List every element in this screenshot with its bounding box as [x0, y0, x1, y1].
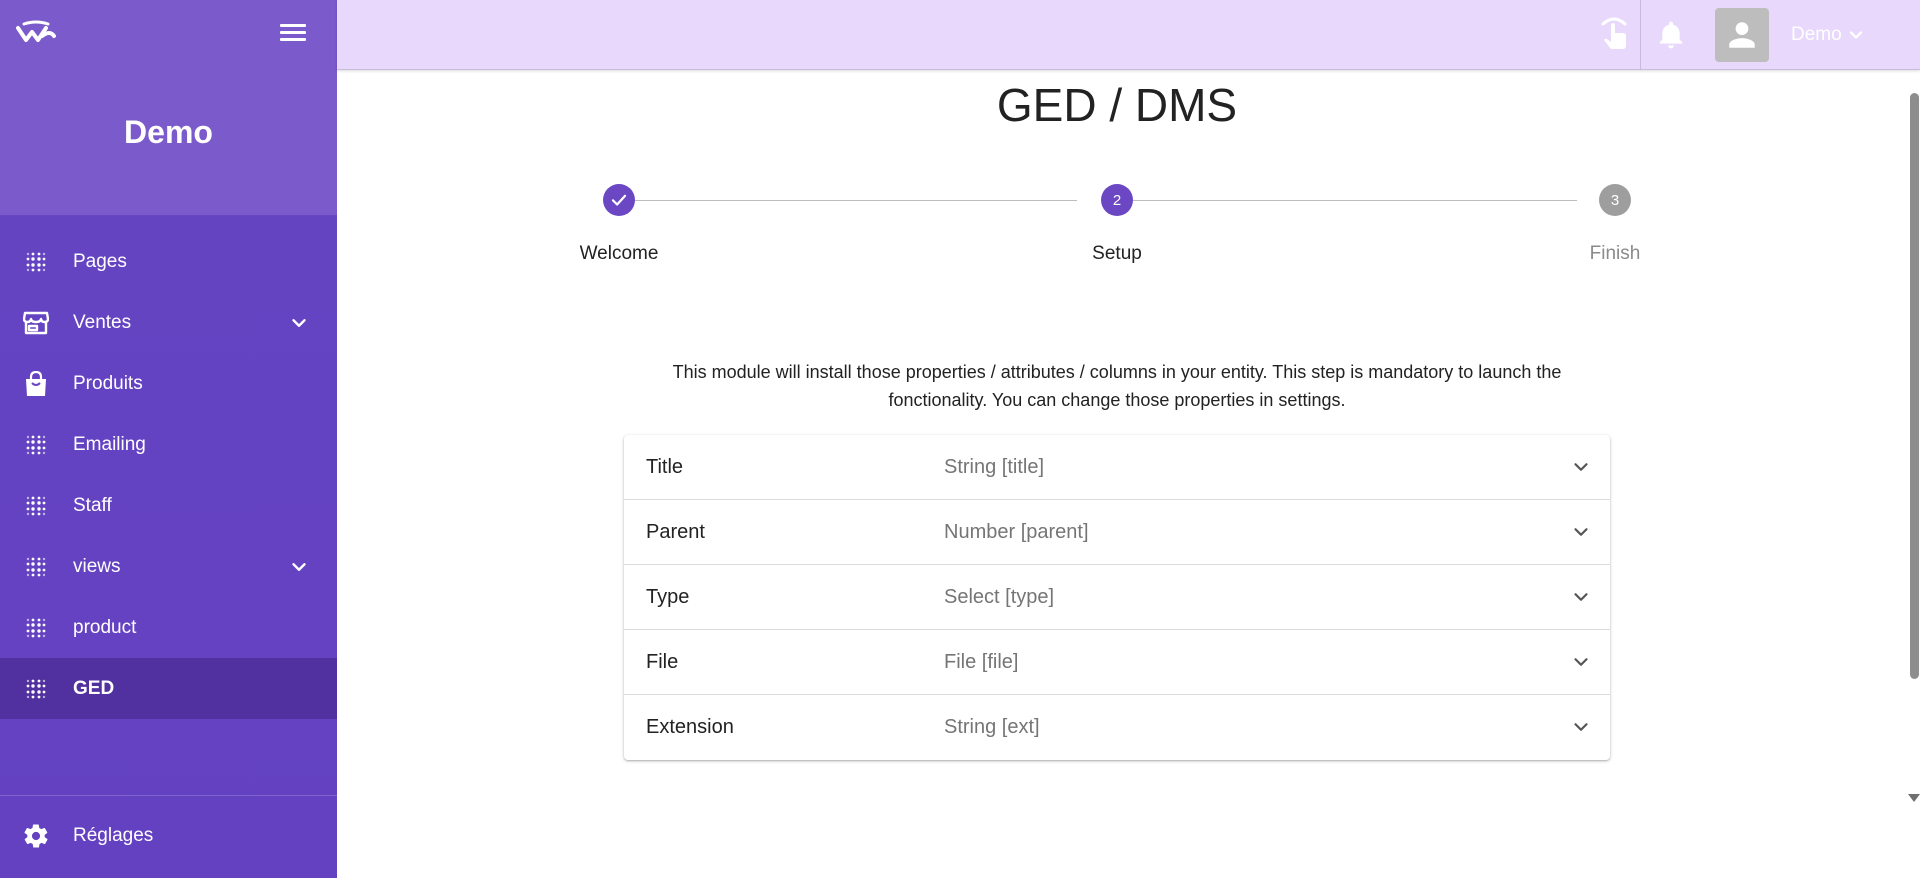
properties-list: Title String [title] Parent Number [pare…: [624, 435, 1610, 760]
step-2-indicator: 2: [1101, 184, 1133, 216]
user-menu[interactable]: Demo: [1791, 24, 1866, 46]
vertical-scrollbar[interactable]: [1907, 81, 1920, 861]
dots-grid-icon: [22, 248, 50, 276]
gear-icon: [22, 822, 50, 850]
touch-gesture-icon[interactable]: [1597, 14, 1631, 54]
property-row-extension[interactable]: Extension String [ext]: [624, 695, 1610, 760]
shopping-bag-icon: [22, 370, 50, 398]
user-name: Demo: [1791, 24, 1842, 45]
property-name: Parent: [646, 521, 705, 543]
avatar[interactable]: [1715, 8, 1769, 62]
chevron-down-icon[interactable]: [288, 556, 310, 578]
sidebar-item-label: Staff: [73, 494, 112, 516]
sidebar-item-settings[interactable]: Réglages: [0, 806, 337, 866]
property-name: File: [646, 651, 679, 673]
sidebar-item-label: Emailing: [73, 433, 146, 455]
bell-icon[interactable]: [1655, 18, 1687, 52]
settings-label: Réglages: [73, 825, 154, 846]
chevron-down-icon[interactable]: [1570, 716, 1592, 738]
property-type: Number [parent]: [944, 521, 1089, 543]
chevron-down-icon[interactable]: [1570, 586, 1592, 608]
sidebar-item-views[interactable]: views: [0, 536, 337, 597]
chevron-down-icon[interactable]: [1570, 651, 1592, 673]
sidebar-item-label: product: [73, 616, 137, 638]
step-label-welcome: Welcome: [579, 243, 659, 264]
step-label-setup: Setup: [1092, 243, 1142, 264]
sidebar-item-ged[interactable]: GED: [0, 658, 337, 719]
sidebar: Demo Pages Ventes Produits Emailing Staf…: [0, 0, 337, 878]
sidebar-header: Demo: [0, 0, 337, 215]
sidebar-divider: [0, 795, 337, 796]
brand-name: Demo: [124, 114, 213, 150]
step-1-check-icon: [603, 184, 635, 216]
setup-description: This module will install those propertie…: [672, 362, 1562, 410]
hamburger-bar: [280, 38, 306, 41]
dots-grid-icon: [22, 675, 50, 703]
step-connector: [1133, 200, 1577, 201]
header-divider: [1640, 0, 1641, 70]
property-type: String [title]: [944, 456, 1045, 478]
sidebar-item-pages[interactable]: Pages: [0, 231, 337, 292]
sidebar-item-label: Ventes: [73, 311, 132, 333]
chevron-down-icon[interactable]: [1570, 456, 1592, 478]
step-3-indicator: 3: [1599, 184, 1631, 216]
sidebar-item-product[interactable]: product: [0, 597, 337, 658]
dots-grid-icon: [22, 614, 50, 642]
step-label-finish: Finish: [1589, 243, 1641, 264]
dots-grid-icon: [22, 553, 50, 581]
top-bar: Demo: [337, 0, 1920, 70]
scroll-down-arrow-icon[interactable]: [1908, 794, 1920, 802]
sidebar-item-ventes[interactable]: Ventes: [0, 292, 337, 353]
property-type: Select [type]: [944, 586, 1055, 608]
property-name: Type: [646, 586, 690, 608]
sidebar-item-label: views: [73, 555, 121, 577]
person-icon: [1729, 22, 1755, 48]
hamburger-bar: [280, 24, 306, 27]
sidebar-item-produits[interactable]: Produits: [0, 353, 337, 414]
property-row-type[interactable]: Type Select [type]: [624, 565, 1610, 630]
menu-toggle-button[interactable]: [280, 24, 306, 46]
property-name: Title: [646, 456, 684, 478]
sidebar-item-label: GED: [73, 677, 115, 699]
property-type: File [file]: [944, 651, 1019, 673]
main-content: GED / DMS Welcome 2 Setup 3 Finish This …: [337, 71, 1920, 878]
hamburger-bar: [280, 31, 306, 34]
store-icon: [22, 309, 50, 337]
sidebar-nav: Pages Ventes Produits Emailing Staff vie…: [0, 231, 337, 719]
chevron-down-icon[interactable]: [288, 312, 310, 334]
sidebar-item-label: Produits: [73, 372, 143, 394]
step-connector: [633, 200, 1077, 201]
dots-grid-icon: [22, 492, 50, 520]
sidebar-item-staff[interactable]: Staff: [0, 475, 337, 536]
property-row-title[interactable]: Title String [title]: [624, 435, 1610, 500]
dots-grid-icon: [22, 431, 50, 459]
property-name: Extension: [646, 716, 734, 738]
property-row-file[interactable]: File File [file]: [624, 630, 1610, 695]
page-title: GED / DMS: [996, 79, 1238, 131]
sidebar-item-label: Pages: [73, 250, 127, 272]
app-logo-icon[interactable]: [16, 20, 56, 48]
scrollbar-thumb[interactable]: [1910, 93, 1919, 679]
chevron-down-icon[interactable]: [1570, 521, 1592, 543]
sidebar-item-emailing[interactable]: Emailing: [0, 414, 337, 475]
property-row-parent[interactable]: Parent Number [parent]: [624, 500, 1610, 565]
property-type: String [ext]: [944, 716, 1040, 738]
chevron-down-icon: [1849, 31, 1862, 39]
